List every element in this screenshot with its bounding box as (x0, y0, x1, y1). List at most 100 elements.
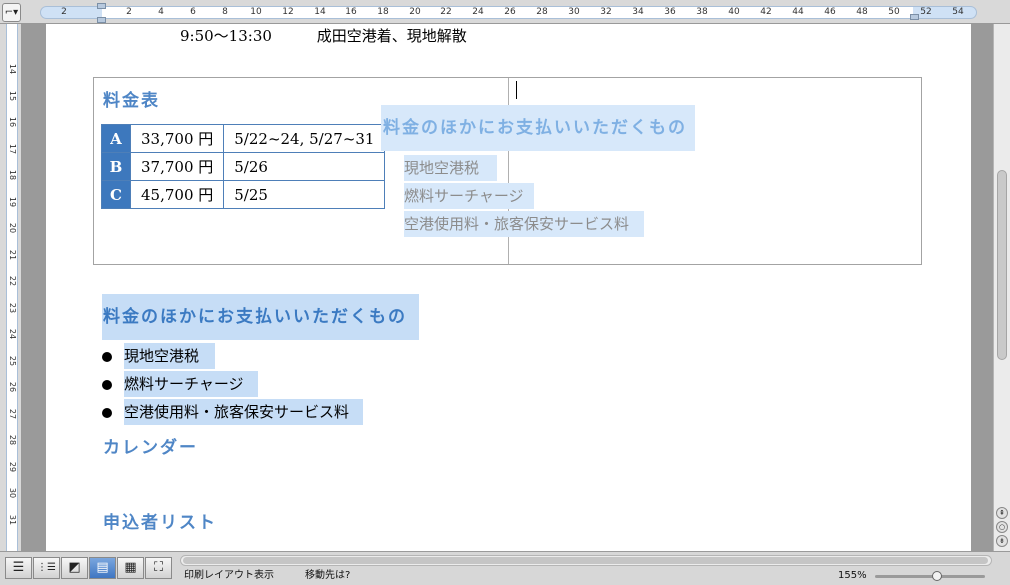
ruler-tick-label: 12 (282, 7, 294, 17)
list-item: 空港使用料・旅客保安サービス料 (124, 399, 364, 425)
fare-dates-cell[interactable]: 5/26 (223, 152, 386, 181)
document-page[interactable]: 9:50〜13:30 成田空港着、現地解散 料金表 A 33,700 円 5/2… (46, 24, 971, 551)
vertical-ruler-tick-label: 22 (8, 275, 17, 287)
ruler-tick-label: 42 (760, 7, 772, 17)
fare-class-cell[interactable]: B (101, 152, 131, 181)
print-layout-view-button[interactable]: ▤ (89, 557, 116, 579)
calendar-heading: カレンダー (103, 438, 198, 458)
vertical-ruler-tick-label: 16 (8, 116, 17, 128)
vertical-ruler-tick-label: 20 (8, 222, 17, 234)
tab-stop-selector[interactable]: ⌐▾ (2, 3, 21, 22)
outline-view-button[interactable]: ⋮☰ (33, 557, 60, 579)
vertical-ruler[interactable]: 14 15 16 17 18 19 20 21 22 23 24 25 26 27 28 29 30 31 (0, 24, 22, 551)
fare-price-cell[interactable]: 37,700 円 (129, 152, 225, 181)
zoom-slider-knob[interactable] (932, 571, 942, 581)
ruler-tick-label: 40 (728, 7, 740, 17)
vertical-ruler-tick-label: 24 (8, 328, 17, 340)
ruler-tick-label: 2 (126, 7, 132, 17)
ruler-tick-label: 36 (664, 7, 676, 17)
full-screen-view-button[interactable]: ⛶ (145, 557, 172, 579)
ruler-tick-label: 4 (158, 7, 164, 17)
vertical-ruler-tick-label: 26 (8, 381, 17, 393)
extra-charges-list: 現地空港税 燃料サーチャージ 空港使用料・旅客保安サービス料 (102, 342, 364, 426)
zoom-slider[interactable] (875, 571, 985, 581)
ruler-tick-label: 30 (568, 7, 580, 17)
zoom-level: 155% (838, 570, 867, 581)
first-line-indent-marker[interactable] (97, 3, 106, 9)
vertical-scroll-thumb[interactable] (997, 170, 1007, 360)
list-item: 空港使用料・旅客保安サービス料 (404, 211, 645, 237)
right-indent-marker[interactable] (910, 14, 919, 20)
vertical-ruler-tick-label: 14 (8, 63, 17, 75)
extra-charges-heading-box: 料金のほかにお支払いいただくもの (381, 105, 695, 151)
extra-charges-list-box: 現地空港税 燃料サーチャージ 空港使用料・旅客保安サービス料 (404, 154, 645, 238)
vertical-ruler-tick-label: 21 (8, 249, 17, 260)
previous-page-button[interactable]: ⇞ (996, 507, 1008, 519)
view-mode-label: 印刷レイアウト表示 (184, 570, 274, 581)
goto-label[interactable]: 移動先は? (305, 570, 350, 582)
list-item: 現地空港税 (404, 155, 498, 181)
fare-dates-cell[interactable]: 5/25 (223, 180, 386, 209)
ruler-tick-label: 38 (696, 7, 708, 17)
ruler-tick-label: 26 (504, 7, 516, 17)
bullet-icon (102, 380, 112, 390)
bullet-item: 現地空港税 (102, 342, 363, 370)
ruler-tick-label: 50 (888, 7, 900, 17)
horizontal-scrollbar[interactable] (180, 555, 992, 566)
bullet-icon (102, 408, 112, 418)
vertical-ruler-tick-label: 23 (8, 302, 17, 313)
notebook-view-button[interactable]: ▦ (117, 557, 144, 579)
status-bar: ☰ ⋮☰ ◩ ▤ ▦ ⛶ 印刷レイアウト表示 移動先は? 155% (0, 551, 1010, 585)
vertical-ruler-tick-label: 17 (8, 143, 17, 154)
table-row: C 45,700 円 5/25 (101, 180, 386, 209)
left-indent-marker[interactable] (97, 17, 106, 23)
ruler-tick-label: 46 (824, 7, 836, 17)
fare-class-cell[interactable]: A (101, 124, 131, 153)
vertical-ruler-tick-label: 31 (8, 514, 17, 525)
ruler-tick-label: 22 (440, 7, 452, 17)
draft-view-button[interactable]: ☰ (5, 557, 32, 579)
itinerary-line: 9:50〜13:30 成田空港着、現地解散 (180, 26, 467, 46)
ruler-tick-label: 44 (792, 7, 804, 17)
vertical-scrollbar[interactable]: ⇞ ○ ⇟ (993, 24, 1010, 551)
ruler-tick-label: 2 (61, 7, 67, 17)
ruler-tick-label: 8 (222, 7, 228, 17)
vertical-ruler-tick-label: 27 (8, 408, 17, 419)
list-item: 燃料サーチャージ (124, 371, 258, 397)
fare-dates-cell[interactable]: 5/22~24, 5/27~31 (223, 124, 386, 153)
itinerary-note: 成田空港着、現地解散 (316, 27, 467, 45)
ruler-tick-label: 52 (920, 7, 932, 17)
vertical-ruler-tick-label: 29 (8, 461, 17, 472)
horizontal-scroll-thumb[interactable] (183, 557, 988, 564)
bullet-item: 燃料サーチャージ (102, 370, 363, 398)
bullet-icon (102, 352, 112, 362)
ruler-tick-label: 28 (536, 7, 548, 17)
next-page-button[interactable]: ⇟ (996, 535, 1008, 547)
fare-class-cell[interactable]: C (101, 180, 131, 209)
list-item: 燃料サーチャージ (404, 183, 534, 209)
ruler-tick-label: 14 (314, 7, 326, 17)
itinerary-time: 9:50〜13:30 (180, 27, 272, 45)
text-cursor (516, 81, 517, 99)
browse-object-button[interactable]: ○ (996, 521, 1008, 533)
extra-charges-heading: 料金のほかにお支払いいただくもの (102, 294, 419, 340)
fare-heading: 料金表 (103, 91, 160, 111)
ruler-tick-label: 48 (856, 7, 868, 17)
ruler-tick-label: 20 (409, 7, 421, 17)
fare-price-cell[interactable]: 45,700 円 (129, 180, 225, 209)
bullet-item: 空港使用料・旅客保安サービス料 (102, 398, 364, 426)
ruler-tick-label: 6 (190, 7, 196, 17)
horizontal-ruler[interactable]: ⌐▾ 2 2 4 6 8 10 12 14 16 18 20 22 24 26 28 30 32 34 36 38 40… (0, 0, 1010, 24)
ruler-tick-label: 18 (377, 7, 389, 17)
ruler-tick-label: 24 (472, 7, 484, 17)
fare-price-cell[interactable]: 33,700 円 (129, 124, 225, 153)
ruler-tick-label: 16 (345, 7, 357, 17)
publishing-view-button[interactable]: ◩ (61, 557, 88, 579)
table-row: A 33,700 円 5/22~24, 5/27~31 (101, 124, 386, 153)
vertical-ruler-tick-label: 30 (8, 487, 17, 499)
vertical-ruler-tick-label: 18 (8, 169, 17, 181)
applicants-heading: 申込者リスト (103, 513, 217, 533)
vertical-ruler-tick-label: 25 (8, 355, 17, 366)
table-row: B 37,700 円 5/26 (101, 152, 386, 181)
fare-table[interactable]: A 33,700 円 5/22~24, 5/27~31 B 37,700 円 5… (101, 124, 386, 209)
